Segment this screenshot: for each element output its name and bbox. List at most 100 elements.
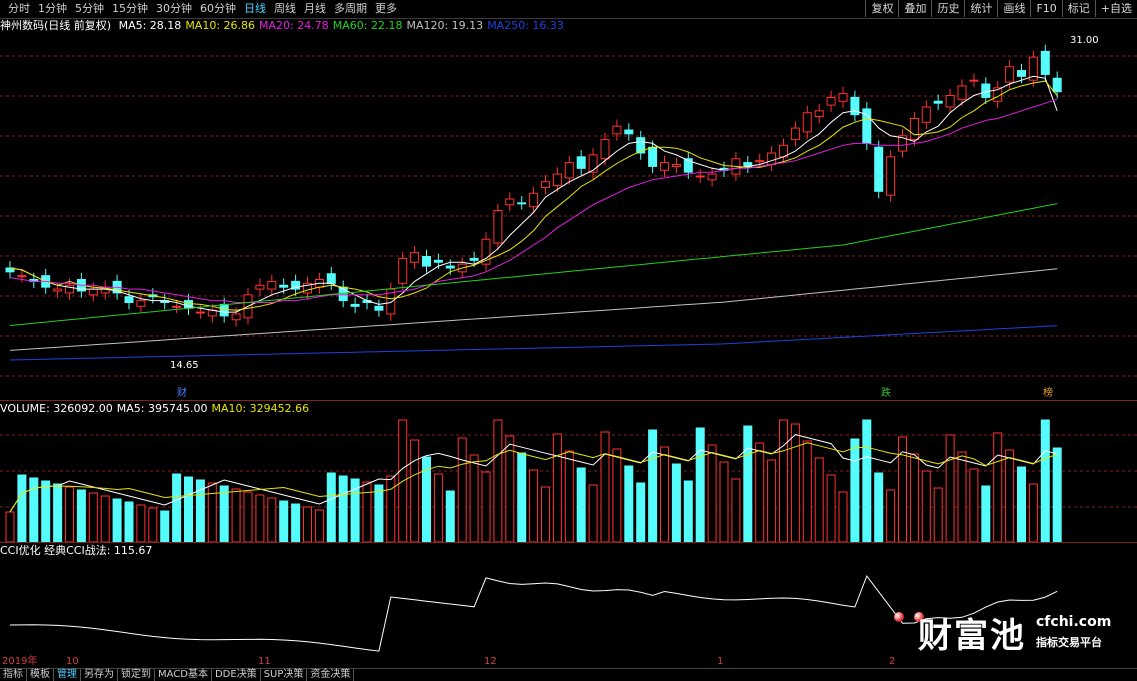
candle-body: [350, 303, 360, 307]
candle-body: [945, 95, 955, 108]
volume-bar: [243, 491, 253, 542]
tab-2[interactable]: 5分钟: [71, 2, 108, 16]
tool-button-7[interactable]: +自选: [1094, 0, 1137, 17]
volume-bar: [790, 423, 800, 542]
volume-bar: [493, 419, 503, 542]
volume-bar: [362, 481, 372, 542]
candle-body: [838, 93, 848, 102]
candle-body: [493, 210, 503, 244]
candle-body: [671, 164, 681, 167]
tool-button-6[interactable]: 标记: [1061, 0, 1095, 17]
candle-body: [517, 202, 527, 205]
volume-bar: [1040, 419, 1050, 542]
tab-3[interactable]: 15分钟: [108, 2, 152, 16]
candle-body: [172, 305, 182, 308]
bottom-tab-6[interactable]: DDE决策: [212, 669, 261, 681]
volume-bar: [445, 490, 455, 542]
tool-button-5[interactable]: F10: [1030, 0, 1061, 17]
candle-body: [326, 273, 336, 284]
volume-bar: [933, 487, 943, 542]
tool-button-2[interactable]: 历史: [931, 0, 964, 17]
marker-text: 跌: [881, 388, 891, 399]
volume-bar: [88, 492, 98, 542]
volume-bar: [112, 498, 122, 542]
volume-chart[interactable]: [0, 415, 1137, 542]
candle-body: [398, 257, 408, 284]
tool-button-4[interactable]: 画线: [997, 0, 1030, 17]
candle-body: [1017, 70, 1026, 77]
volume-bar: [350, 478, 360, 542]
candle-body: [933, 100, 943, 104]
tab-8[interactable]: 月线: [300, 2, 330, 16]
bottom-tab-8[interactable]: 资金决策: [307, 669, 355, 681]
volume-bar: [5, 511, 15, 542]
watermark-title: 财富池: [918, 616, 1026, 656]
watermark-logo: 财富池 cfchi.com 指标交易平台: [890, 606, 1111, 656]
tab-9[interactable]: 多周期: [330, 2, 371, 16]
tool-button-1[interactable]: 叠加: [898, 0, 931, 17]
candle-body: [957, 85, 967, 100]
red-dot-icon: [894, 612, 904, 622]
tool-button-0[interactable]: 复权: [865, 0, 898, 17]
tab-6[interactable]: 日线: [240, 2, 270, 16]
candle-body: [17, 275, 27, 278]
volume-bar: [993, 432, 1003, 542]
volume-bar: [743, 425, 753, 542]
tab-7[interactable]: 周线: [270, 2, 300, 16]
candle-body: [790, 127, 800, 141]
volume-bar: [719, 461, 729, 542]
candle-body: [529, 192, 539, 208]
volume-bar: [76, 489, 86, 542]
candle-body: [648, 146, 658, 167]
volume-bar: [160, 510, 170, 542]
candle-body: [279, 284, 289, 288]
tab-10[interactable]: 更多: [371, 2, 401, 16]
volume-bar: [731, 478, 741, 542]
candle-body: [612, 125, 622, 135]
volume-bar: [529, 469, 539, 542]
tab-5[interactable]: 60分钟: [196, 2, 240, 16]
volume-bar: [671, 463, 681, 542]
bottom-tab-0[interactable]: 指标: [0, 669, 27, 681]
marker-rank[interactable]: 榜: [1042, 388, 1054, 400]
volume-bar: [100, 495, 110, 542]
tab-0[interactable]: 分时: [4, 2, 34, 16]
volume-bar: [505, 435, 515, 542]
volume-bar: [65, 486, 74, 542]
bottom-tab-1[interactable]: 模板: [27, 669, 54, 681]
candle-body: [1052, 77, 1062, 93]
tab-4[interactable]: 30分钟: [152, 2, 196, 16]
marker-fall[interactable]: 跌: [880, 388, 892, 400]
candle-body: [600, 139, 610, 160]
watermark-subtitle: 指标交易平台: [1036, 636, 1102, 649]
volume-bar: [826, 474, 836, 542]
candle-body: [219, 303, 229, 317]
bottom-tab-7[interactable]: SUP决策: [261, 669, 308, 681]
volume-bar: [588, 484, 598, 542]
candle-body: [255, 284, 265, 290]
bottom-tab-2[interactable]: 管理: [54, 669, 81, 681]
candle-body: [802, 112, 812, 133]
volume-bar: [279, 500, 289, 542]
x-axis-label: 12: [484, 656, 497, 667]
volume-legend-item: MA10: 329452.66: [211, 402, 310, 415]
tab-1[interactable]: 1分钟: [34, 2, 71, 16]
ma250-line: [9, 325, 1058, 361]
price-chart[interactable]: [0, 18, 1137, 400]
candle-body: [1005, 66, 1015, 83]
marker-finance[interactable]: 财: [176, 388, 188, 400]
volume-bar: [433, 473, 443, 542]
tool-button-3[interactable]: 统计: [964, 0, 997, 17]
candle-body: [969, 79, 979, 82]
volume-bar: [552, 433, 562, 542]
volume-bar: [600, 431, 610, 542]
bottom-tab-3[interactable]: 另存为: [81, 669, 118, 681]
volume-legend-item: MA5: 395745.00: [116, 402, 208, 415]
bottom-tab-5[interactable]: MACD基本: [155, 669, 212, 681]
tool-buttons: 复权 叠加 历史 统计 画线 F10 标记 +自选: [865, 0, 1137, 17]
volume-bar: [457, 437, 467, 542]
bottom-tab-4[interactable]: 锁定到: [118, 669, 155, 681]
candle-body: [814, 110, 824, 118]
volume-bar: [707, 444, 717, 542]
candle-body: [433, 259, 443, 263]
